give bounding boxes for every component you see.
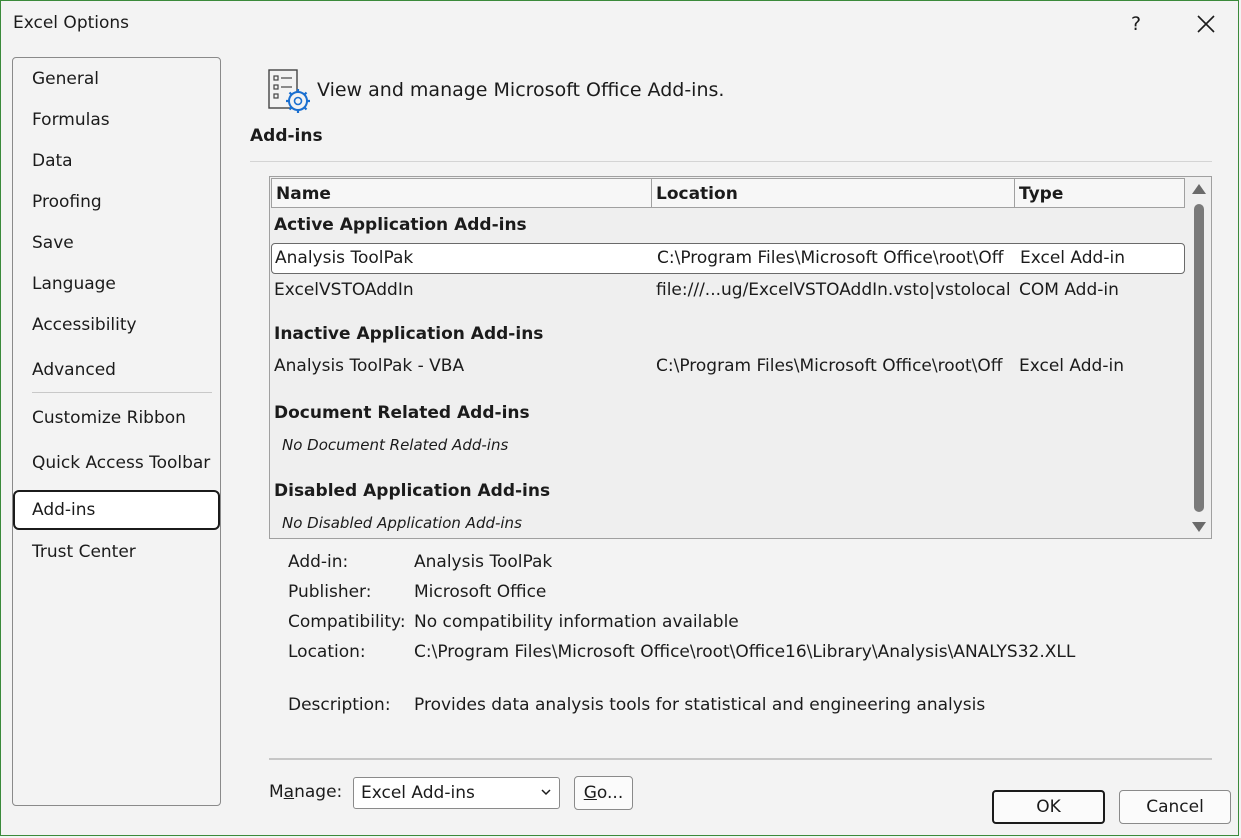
chevron-down-icon [540,778,552,820]
close-button[interactable] [1189,9,1223,39]
sidebar-item-quick-access-toolbar[interactable]: Quick Access Toolbar [13,446,220,480]
detail-location-value: C:\Program Files\Microsoft Office\root\O… [414,642,1076,662]
group-label-inactive: Inactive Application Add-ins [274,324,544,344]
ok-button[interactable]: OK [992,790,1105,824]
empty-document-note: No Document Related Add-ins [282,436,509,454]
close-icon [1197,15,1215,33]
manage-label-post: nage: [294,782,343,802]
cell-type: Excel Add-in [1019,356,1124,376]
scroll-up-arrow-icon[interactable] [1192,184,1206,194]
sidebar-item-language[interactable]: Language [13,267,220,301]
manage-label-accel: a [283,782,295,802]
cell-name: ExcelVSTOAddIn [274,280,414,300]
addins-list[interactable]: Name Location Type Active Application Ad… [269,176,1212,539]
sidebar-item-data[interactable]: Data [13,144,220,178]
sidebar-item-formulas[interactable]: Formulas [13,103,220,137]
sidebar-item-accessibility[interactable]: Accessibility [13,308,220,342]
detail-publisher-label: Publisher: [288,582,372,602]
detail-description-label: Description: [288,695,391,715]
column-header-location[interactable]: Location [651,178,1015,208]
go-label-rest: o... [596,783,624,803]
detail-compatibility-value: No compatibility information available [414,612,739,632]
sidebar-divider [32,392,212,393]
detail-location-label: Location: [288,642,366,662]
table-row[interactable]: Analysis ToolPak - VBA C:\Program Files\… [271,352,1185,383]
sidebar-item-save[interactable]: Save [13,226,220,260]
detail-compatibility-label: Compatibility: [288,612,406,632]
cell-location: C:\Program Files\Microsoft Office\root\O… [656,356,1003,376]
section-divider [250,161,1212,162]
sidebar-item-general[interactable]: General [13,62,220,96]
cell-name: Analysis ToolPak [275,248,414,268]
sidebar-item-add-ins[interactable]: Add-ins [13,490,220,530]
addins-settings-icon [267,67,313,115]
cell-type: Excel Add-in [1020,248,1125,268]
sidebar-item-trust-center[interactable]: Trust Center [13,535,220,569]
detail-addin-label: Add-in: [288,552,349,572]
go-button[interactable]: Go... [574,776,633,810]
cancel-button[interactable]: Cancel [1119,790,1231,824]
sidebar-item-advanced[interactable]: Advanced [13,353,220,387]
column-header-type[interactable]: Type [1014,178,1185,208]
group-label-active: Active Application Add-ins [274,215,527,235]
sidebar-item-proofing[interactable]: Proofing [13,185,220,219]
table-row[interactable]: ExcelVSTOAddIn file:///...ug/ExcelVSTOAd… [271,276,1185,307]
manage-dropdown[interactable]: Excel Add-ins [353,777,560,809]
title-bar: Excel Options ? [1,1,1240,47]
dialog-title: Excel Options [13,13,130,33]
cell-location: C:\Program Files\Microsoft Office\root\O… [657,248,1004,268]
help-button[interactable]: ? [1119,9,1153,39]
go-accel: G [583,783,597,803]
cell-location: file:///...ug/ExcelVSTOAddIn.vsto|vstolo… [656,280,1011,300]
scroll-down-arrow-icon[interactable] [1192,522,1206,532]
cell-type: COM Add-in [1019,280,1119,300]
cell-name: Analysis ToolPak - VBA [274,356,465,376]
group-label-disabled: Disabled Application Add-ins [274,481,551,501]
options-sidebar: General Formulas Data Proofing Save Lang… [12,57,221,806]
sidebar-item-customize-ribbon[interactable]: Customize Ribbon [13,401,220,435]
detail-publisher-value: Microsoft Office [414,582,547,602]
section-title: Add-ins [250,126,323,146]
empty-disabled-note: No Disabled Application Add-ins [282,514,522,532]
scroll-thumb[interactable] [1194,204,1204,512]
footer-divider [269,758,1212,760]
excel-options-dialog: Excel Options ? General Formulas Data Pr… [0,0,1239,836]
group-label-document: Document Related Add-ins [274,403,530,423]
manage-label: Manage: [269,782,342,802]
manage-label-pre: M [269,782,284,802]
column-header-name[interactable]: Name [271,178,652,208]
page-description: View and manage Microsoft Office Add-ins… [317,79,725,101]
list-scrollbar[interactable] [1187,178,1211,538]
manage-dropdown-value: Excel Add-ins [361,783,475,803]
detail-addin-value: Analysis ToolPak [414,552,553,572]
detail-description-value: Provides data analysis tools for statist… [414,695,986,715]
table-row[interactable]: Analysis ToolPak C:\Program Files\Micros… [271,243,1185,274]
